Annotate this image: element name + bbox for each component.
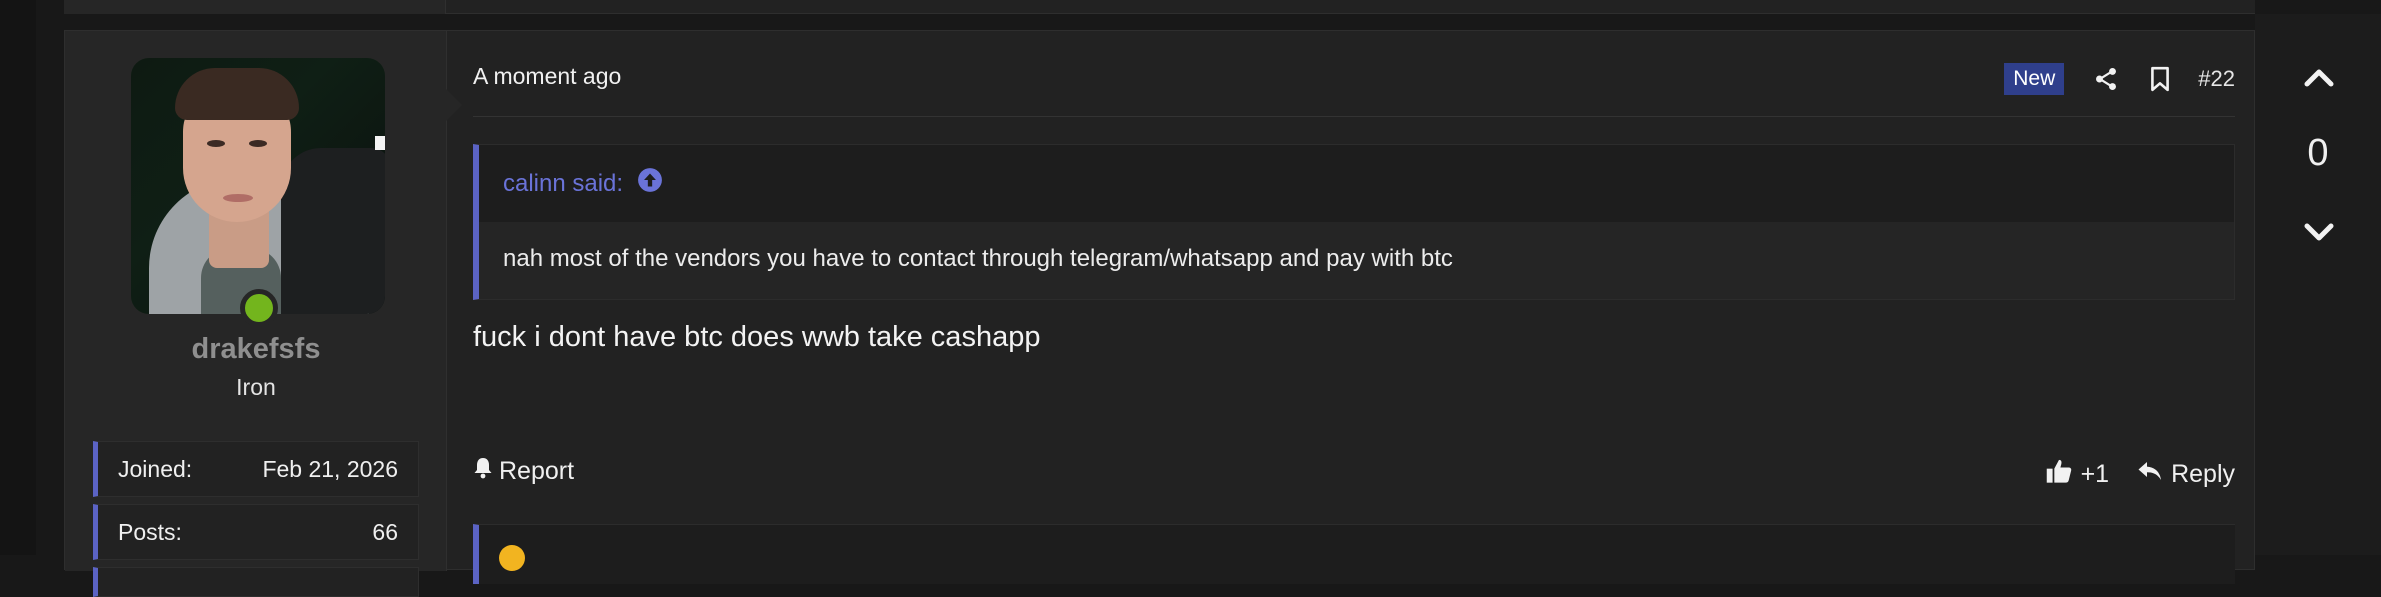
user-extra-posts: Posts: 66: [93, 504, 419, 560]
reaction-button[interactable]: +1: [2045, 457, 2110, 492]
quote-header[interactable]: calinn said:: [503, 167, 663, 200]
reply-label: Reply: [2171, 460, 2235, 488]
user-extra-value: 66: [372, 518, 398, 545]
emoji-icon: [499, 545, 525, 571]
bookmark-icon[interactable]: [2144, 63, 2176, 95]
online-status-indicator: [240, 289, 278, 327]
vote-column: 0: [2255, 14, 2381, 555]
quote-author-label[interactable]: calinn said:: [503, 170, 623, 198]
post-message: fuck i dont have btc does wwb take casha…: [473, 321, 1041, 353]
user-extra-label: Posts:: [118, 518, 182, 545]
chevron-up-icon[interactable]: [2299, 58, 2339, 98]
share-icon[interactable]: [2090, 63, 2122, 95]
username[interactable]: drakefsfs: [65, 333, 447, 366]
forum-post: drakefsfs Iron Joined: Feb 21, 2026 Post…: [64, 30, 2257, 597]
vote-count: 0: [2307, 132, 2329, 174]
quote-text: nah most of the vendors you have to cont…: [503, 245, 1453, 272]
page-left-gutter: [0, 0, 36, 555]
next-quote-block-partial: [473, 524, 2235, 584]
user-extra-row-partial: [93, 567, 419, 597]
user-extra-joined: Joined: Feb 21, 2026: [93, 441, 419, 497]
arrow-up-circle-icon[interactable]: [637, 167, 663, 200]
quote-block: calinn said: nah most of the vendors you…: [473, 144, 2235, 300]
reaction-count: +1: [2080, 460, 2110, 488]
report-label: Report: [499, 457, 575, 485]
post-header-actions: New #22: [2004, 61, 2235, 97]
avatar[interactable]: [131, 58, 385, 314]
post-main: A moment ago New #22 calinn said: nah mo…: [447, 31, 2257, 584]
post-number-link[interactable]: #22: [2198, 66, 2235, 92]
post-actions-right: +1 Reply: [2045, 457, 2235, 492]
post-date[interactable]: A moment ago: [473, 63, 621, 90]
previous-post-user-cell: [64, 0, 446, 14]
report-button[interactable]: Report: [473, 457, 574, 486]
new-badge: New: [2004, 63, 2065, 95]
thumbs-up-icon: [2045, 457, 2073, 492]
header-divider: [473, 116, 2235, 117]
user-extra-label: Joined:: [118, 455, 193, 482]
bell-icon: [473, 457, 493, 486]
user-extra-value: Feb 21, 2026: [262, 455, 398, 482]
reply-button[interactable]: Reply: [2137, 459, 2235, 490]
previous-post-remnant: [64, 0, 2255, 14]
chevron-down-icon[interactable]: [2299, 212, 2339, 252]
user-panel: drakefsfs Iron Joined: Feb 21, 2026 Post…: [65, 31, 462, 597]
user-title: Iron: [236, 374, 276, 400]
reply-icon: [2137, 459, 2163, 490]
